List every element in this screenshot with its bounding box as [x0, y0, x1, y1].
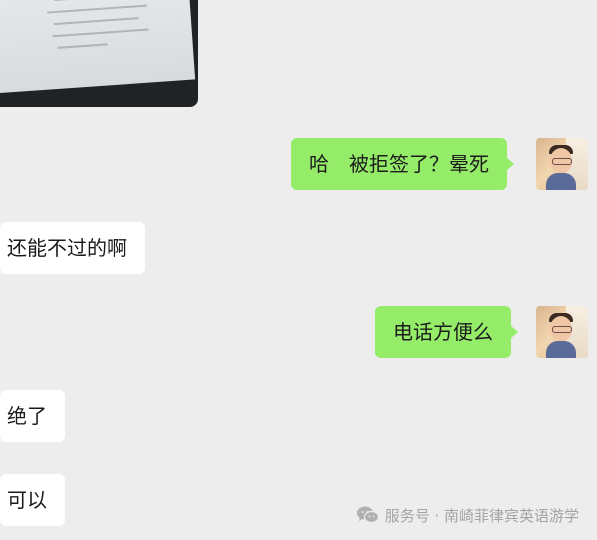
image-message-photo[interactable] [0, 0, 198, 107]
message-text: 可以 [7, 488, 47, 512]
wechat-icon [356, 506, 379, 524]
user-avatar[interactable] [536, 138, 588, 190]
message-text: 哈 被拒签了？晕死 [309, 152, 489, 176]
outgoing-message-bubble[interactable]: 哈 被拒签了？晕死 [291, 138, 514, 190]
document-paper-image [0, 0, 196, 94]
message-text: 还能不过的啊 [7, 236, 127, 260]
message-text: 电话方便么 [393, 320, 493, 344]
incoming-message-bubble[interactable]: 绝了 [0, 390, 65, 442]
service-account-watermark: 服务号 · 南崎菲律宾英语游学 [356, 504, 579, 526]
user-avatar[interactable] [536, 306, 588, 358]
outgoing-message-bubble[interactable]: 电话方便么 [375, 306, 518, 358]
incoming-message-bubble[interactable]: 还能不过的啊 [0, 222, 145, 274]
message-text: 绝了 [7, 404, 47, 428]
watermark-text: 服务号 · 南崎菲律宾英语游学 [384, 506, 579, 525]
incoming-message-bubble[interactable]: 可以 [0, 474, 65, 526]
